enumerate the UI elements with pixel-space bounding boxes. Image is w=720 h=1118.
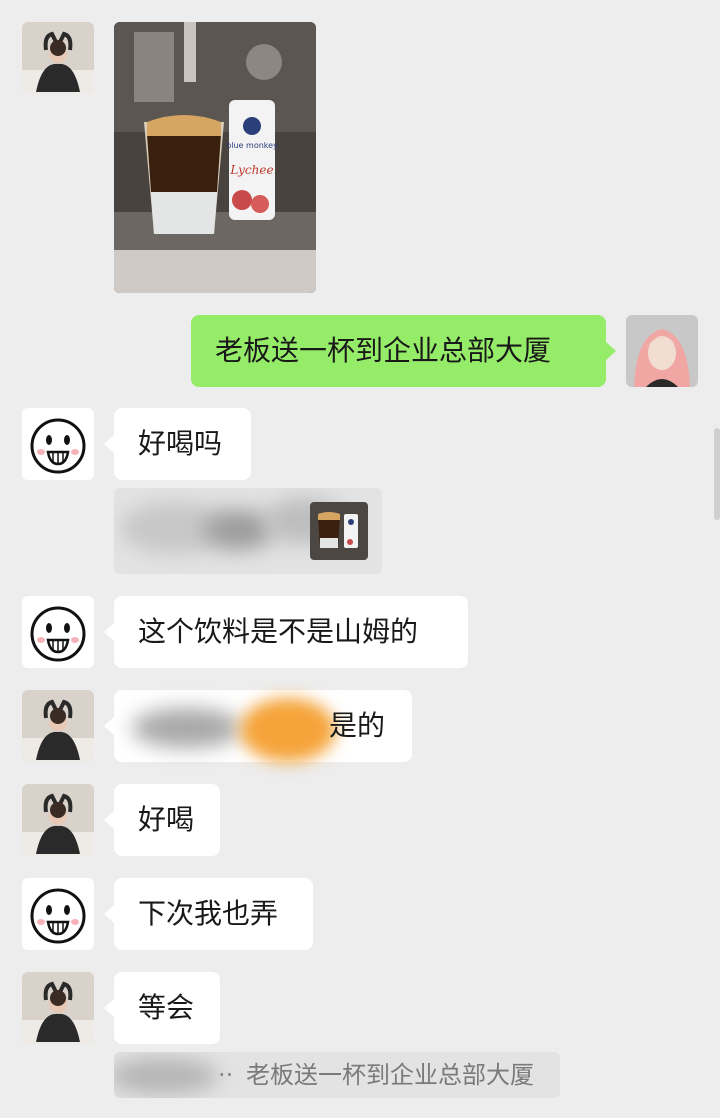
avatar-person-a[interactable] <box>22 22 94 94</box>
smiley-face-icon <box>22 596 94 668</box>
message-bubble-other[interactable]: 好喝吗 <box>104 408 251 480</box>
message-bubble-other[interactable]: 是的 <box>104 690 412 762</box>
message-text: 等会 <box>138 991 195 1024</box>
pink-hair-avatar-icon <box>626 315 698 387</box>
smiley-face-icon <box>22 878 94 950</box>
message-bubble-other[interactable]: 好喝 <box>104 784 220 856</box>
message-bubble-other[interactable]: 等会 <box>104 972 220 1044</box>
quote-text: 老板送一杯到企业总部大厦 <box>246 1061 534 1089</box>
person-photo-icon <box>22 972 94 1044</box>
smiley-face-icon <box>22 408 94 480</box>
redaction-blur <box>114 1058 218 1094</box>
message-bubble-other[interactable]: 下次我也弄 <box>104 878 313 950</box>
avatar-smiley[interactable] <box>22 408 94 480</box>
quote-separator: ·· <box>218 1061 234 1089</box>
avatar-smiley[interactable] <box>22 878 94 950</box>
message-text: 是的 <box>329 709 386 742</box>
quoted-message[interactable]: ·· 老板送一杯到企业总部大厦 <box>114 1052 560 1098</box>
can-brand-text: blue monkey <box>226 141 278 150</box>
message-bubble-other[interactable]: 这个饮料是不是山姆的 <box>104 596 468 668</box>
redaction-blur-orange <box>240 698 336 762</box>
message-image-drink[interactable]: blue monkey Lychee <box>114 22 316 293</box>
avatar-person-a[interactable] <box>22 690 94 762</box>
person-photo-icon <box>22 690 94 762</box>
quoted-image-thumbnail[interactable] <box>310 502 368 560</box>
message-text: 这个饮料是不是山姆的 <box>138 615 419 648</box>
avatar-me[interactable] <box>626 315 698 387</box>
message-text: 老板送一杯到企业总部大厦 <box>215 334 552 367</box>
message-text: 好喝 <box>138 803 195 836</box>
drink-thumbnail <box>310 502 368 560</box>
scrollbar[interactable] <box>714 428 720 520</box>
drink-photo: blue monkey Lychee <box>114 22 316 293</box>
avatar-smiley[interactable] <box>22 596 94 668</box>
message-text: 好喝吗 <box>138 427 223 460</box>
redaction-blur <box>204 510 274 550</box>
avatar-person-a[interactable] <box>22 784 94 856</box>
can-flavor-text: Lychee <box>229 163 273 177</box>
person-photo-icon <box>22 784 94 856</box>
message-text: 下次我也弄 <box>138 897 279 930</box>
avatar-person-a[interactable] <box>22 972 94 1044</box>
message-bubble-me[interactable]: 老板送一杯到企业总部大厦 <box>191 315 616 387</box>
quoted-message[interactable] <box>114 488 382 574</box>
person-photo-icon <box>22 22 94 94</box>
redaction-blur <box>132 708 242 748</box>
